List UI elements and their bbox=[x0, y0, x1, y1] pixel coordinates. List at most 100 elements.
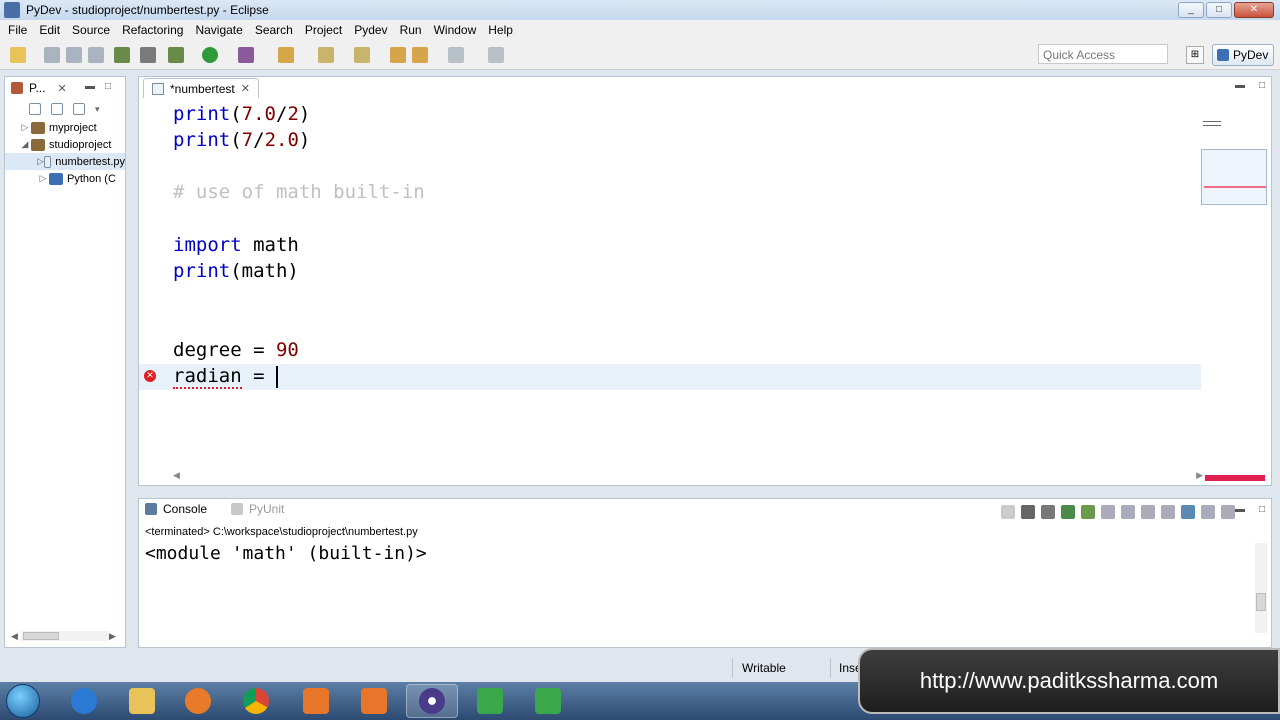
maximize-view-icon[interactable]: □ bbox=[1259, 80, 1265, 91]
editor-horizontal-scrollbar[interactable]: ◀ ▶ bbox=[173, 469, 1203, 481]
maximize-view-icon[interactable]: □ bbox=[1259, 504, 1265, 515]
new-icon[interactable] bbox=[10, 47, 26, 63]
menu-edit[interactable]: Edit bbox=[33, 23, 66, 37]
menu-help[interactable]: Help bbox=[482, 23, 519, 37]
clear-console-icon[interactable] bbox=[1101, 505, 1115, 519]
taskbar-chrome[interactable] bbox=[230, 684, 282, 718]
link-editor-icon[interactable] bbox=[51, 103, 63, 115]
expand-icon[interactable]: ▷ bbox=[37, 173, 49, 184]
scroll-right-icon[interactable]: ▶ bbox=[1196, 470, 1203, 481]
error-overview-indicator[interactable] bbox=[1205, 475, 1265, 481]
external-tools-icon[interactable] bbox=[238, 47, 254, 63]
tree-item-python-interpreter[interactable]: ▷ Python (C bbox=[5, 170, 125, 187]
console-output[interactable]: <module 'math' (built-in)> bbox=[145, 543, 427, 564]
error-icon[interactable]: ✕ bbox=[144, 370, 156, 382]
taskbar-internet-explorer[interactable] bbox=[58, 684, 110, 718]
pin-icon[interactable] bbox=[488, 47, 504, 63]
tree-item-numbertest[interactable]: ▷ numbertest.py bbox=[5, 153, 125, 170]
menu-pydev[interactable]: Pydev bbox=[348, 23, 393, 37]
scroll-lock-icon[interactable] bbox=[1121, 505, 1135, 519]
taskbar-app-orange[interactable] bbox=[290, 684, 342, 718]
tree-item-label: studioproject bbox=[49, 138, 112, 151]
scroll-left-icon[interactable]: ◀ bbox=[11, 631, 21, 642]
save-all-icon[interactable] bbox=[66, 47, 82, 63]
pydev-icon bbox=[1217, 49, 1229, 61]
code-area[interactable]: print(7.0/2) print(7/2.0) # use of math … bbox=[173, 101, 1203, 467]
menu-window[interactable]: Window bbox=[428, 23, 483, 37]
scroll-thumb[interactable] bbox=[23, 632, 59, 640]
new-console-icon[interactable] bbox=[1221, 505, 1235, 519]
debug-console-icon[interactable] bbox=[1061, 505, 1075, 519]
remove-all-icon[interactable] bbox=[1041, 505, 1055, 519]
minimize-view-icon[interactable]: ▬ bbox=[85, 81, 95, 92]
scroll-track[interactable] bbox=[21, 631, 109, 641]
taskbar-camtasia-2[interactable] bbox=[522, 684, 574, 718]
package-explorer-tab[interactable]: P... bbox=[29, 81, 45, 95]
module-icon[interactable] bbox=[140, 47, 156, 63]
pin-console-icon[interactable] bbox=[1081, 505, 1095, 519]
menu-navigate[interactable]: Navigate bbox=[189, 23, 248, 37]
forward-icon[interactable] bbox=[448, 47, 464, 63]
taskbar-eclipse[interactable] bbox=[406, 684, 458, 718]
debug-icon[interactable] bbox=[168, 47, 184, 63]
tab-console[interactable]: Console bbox=[145, 502, 207, 516]
pydev-perspective-button[interactable]: PyDev bbox=[1212, 44, 1274, 66]
python-project-icon[interactable] bbox=[114, 47, 130, 63]
open-perspective-icon[interactable]: ⊞ bbox=[1186, 46, 1204, 64]
prev-annotation-icon[interactable] bbox=[354, 47, 370, 63]
open-console-icon[interactable] bbox=[1181, 505, 1195, 519]
menu-file[interactable]: File bbox=[2, 23, 33, 37]
close-button[interactable]: ✕ bbox=[1234, 2, 1274, 18]
expand-icon[interactable]: ▷ bbox=[37, 156, 44, 167]
back-icon[interactable] bbox=[412, 47, 428, 63]
menu-search[interactable]: Search bbox=[249, 23, 299, 37]
remove-launch-icon[interactable] bbox=[1021, 505, 1035, 519]
camtasia-icon bbox=[535, 688, 561, 714]
close-icon[interactable]: ✕ bbox=[57, 82, 66, 95]
search-tool-icon[interactable] bbox=[278, 47, 294, 63]
horizontal-scrollbar[interactable]: ◀ ▶ bbox=[11, 629, 119, 643]
close-icon[interactable]: ✕ bbox=[241, 82, 250, 95]
quick-access-field[interactable]: Quick Access bbox=[1038, 44, 1168, 64]
taskbar-camtasia-1[interactable] bbox=[464, 684, 516, 718]
taskbar-file-explorer[interactable] bbox=[116, 684, 168, 718]
save-icon[interactable] bbox=[44, 47, 60, 63]
scroll-thumb[interactable] bbox=[1256, 593, 1266, 611]
menu-refactoring[interactable]: Refactoring bbox=[116, 23, 189, 37]
code-line-error: radian = bbox=[173, 365, 278, 389]
scroll-left-icon[interactable]: ◀ bbox=[173, 470, 180, 481]
start-button[interactable] bbox=[6, 684, 40, 718]
maximize-button[interactable]: □ bbox=[1206, 2, 1232, 18]
view-options-icon[interactable] bbox=[73, 103, 85, 115]
print-icon[interactable] bbox=[88, 47, 104, 63]
menu-run[interactable]: Run bbox=[394, 23, 428, 37]
console-vertical-scrollbar[interactable] bbox=[1255, 543, 1267, 633]
collapse-icon[interactable]: ◢ bbox=[19, 139, 31, 150]
terminate-icon[interactable] bbox=[1001, 505, 1015, 519]
collapse-all-icon[interactable] bbox=[29, 103, 41, 115]
error-token: radian bbox=[173, 365, 242, 389]
minimize-button[interactable]: _ bbox=[1178, 2, 1204, 18]
minimize-view-icon[interactable]: ▬ bbox=[1235, 504, 1245, 515]
taskbar-app-camera[interactable] bbox=[348, 684, 400, 718]
editor-tab-numbertest[interactable]: *numbertest ✕ bbox=[143, 78, 259, 98]
tree-item-studioproject[interactable]: ◢ studioproject bbox=[5, 136, 125, 153]
tree-item-myproject[interactable]: ▷ myproject bbox=[5, 119, 125, 136]
show-on-output-icon[interactable] bbox=[1161, 505, 1175, 519]
next-annotation-icon[interactable] bbox=[318, 47, 334, 63]
last-edit-icon[interactable] bbox=[390, 47, 406, 63]
scroll-right-icon[interactable]: ▶ bbox=[109, 631, 119, 642]
menu-source[interactable]: Source bbox=[66, 23, 116, 37]
expand-icon[interactable]: ▷ bbox=[19, 122, 31, 133]
code-editor: *numbertest ✕ ▬ □ ✕ print(7.0/2) print(7… bbox=[138, 76, 1272, 486]
maximize-view-icon[interactable]: □ bbox=[105, 81, 111, 92]
display-console-icon[interactable] bbox=[1201, 505, 1215, 519]
word-wrap-icon[interactable] bbox=[1141, 505, 1155, 519]
menu-project[interactable]: Project bbox=[299, 23, 348, 37]
taskbar-media-player[interactable] bbox=[172, 684, 224, 718]
minimize-view-icon[interactable]: ▬ bbox=[1235, 80, 1245, 91]
view-menu-icon[interactable]: ▾ bbox=[95, 104, 100, 115]
overview-viewport[interactable] bbox=[1201, 149, 1267, 205]
run-icon[interactable] bbox=[202, 47, 218, 63]
tab-pyunit[interactable]: PyUnit bbox=[231, 502, 284, 516]
